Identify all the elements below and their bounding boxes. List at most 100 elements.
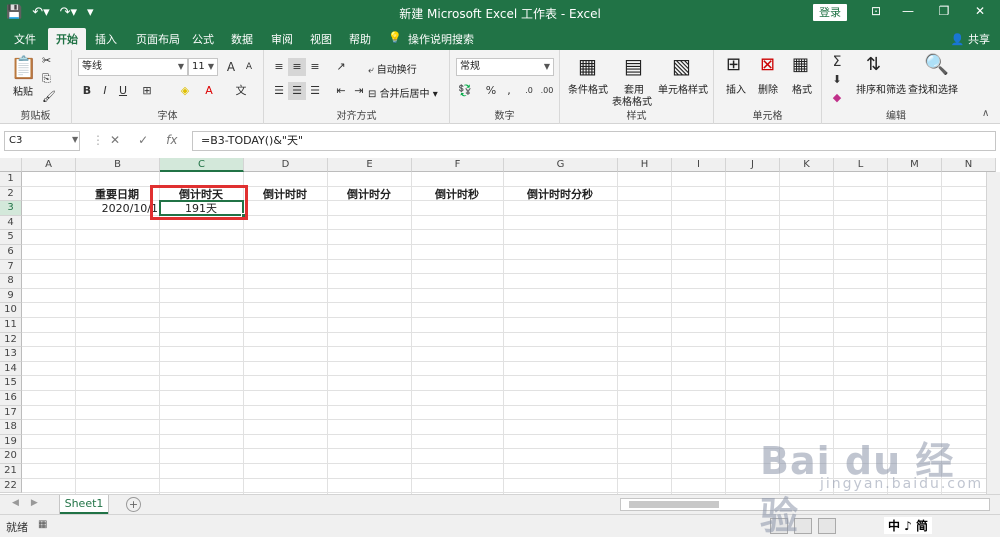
row-header-11[interactable]: 11 [0,318,22,333]
select-all-corner[interactable] [0,158,22,172]
increase-indent-icon[interactable]: ⇥ [350,82,368,100]
number-format-select[interactable]: 常规 ▼ [456,58,554,76]
align-top-icon[interactable]: ≡ [270,58,288,76]
row-header-1[interactable]: 1 [0,172,22,187]
scroll-thumb[interactable] [629,501,719,508]
close-icon[interactable]: ✕ [970,4,990,18]
login-button[interactable]: 登录 [813,4,847,21]
align-right-icon[interactable]: ☰ [306,82,324,100]
underline-button[interactable]: U [114,82,132,100]
chevron-down-icon[interactable]: ▼ [72,135,78,144]
cell-b2[interactable]: 重要日期 [76,187,158,202]
row-header-18[interactable]: 18 [0,420,22,435]
find-select-label[interactable]: 查找和选择 [908,81,958,96]
row-header-21[interactable]: 21 [0,464,22,479]
row-header-16[interactable]: 16 [0,391,22,406]
row-header-22[interactable]: 22 [0,478,22,494]
format-painter-icon[interactable]: 🖌 [42,90,56,103]
column-header-J[interactable]: J [726,158,780,172]
conditional-format-icon[interactable]: ▦ [578,54,597,78]
fill-icon[interactable]: ⬇ [828,71,846,89]
row-header-2[interactable]: 2 [0,186,22,202]
row-header-9[interactable]: 9 [0,288,22,304]
insert-function-icon[interactable]: fx [166,133,177,147]
next-sheet-icon[interactable]: ▶ [31,498,38,508]
font-size-select[interactable]: 11 ▼ [188,58,218,76]
phonetic-icon[interactable]: 文 [232,82,250,100]
cell-e2[interactable]: 倒计时分 [328,187,410,202]
fill-color-icon[interactable]: ◈ [176,82,194,100]
tab-help[interactable]: 帮助 [349,31,371,47]
column-header-L[interactable]: L [834,158,888,172]
row-header-13[interactable]: 13 [0,347,22,362]
align-center-icon[interactable]: ☰ [288,82,306,100]
column-header-F[interactable]: F [412,158,504,172]
clear-icon[interactable]: ◆ [828,89,846,107]
increase-decimal-icon[interactable]: .0 [520,82,538,100]
ribbon-display-icon[interactable]: ⊡ [866,4,886,18]
align-left-icon[interactable]: ☰ [270,82,288,100]
tab-home[interactable]: 开始 [48,28,86,50]
currency-icon[interactable]: 💱 [456,82,474,100]
prev-sheet-icon[interactable]: ◀ [12,498,19,508]
border-icon[interactable]: ⊞ [138,82,156,100]
merge-center-button[interactable]: ⊟ 合并后居中 ▾ [368,85,438,100]
italic-button[interactable]: I [96,82,114,100]
row-header-7[interactable]: 7 [0,259,22,275]
orientation-icon[interactable]: ↗ [332,58,350,76]
align-middle-icon[interactable]: ≡ [288,58,306,76]
column-header-M[interactable]: M [888,158,942,172]
column-header-N[interactable]: N [942,158,996,172]
cell-f2[interactable]: 倒计时秒 [412,187,502,202]
find-select-icon[interactable]: 🔍 [924,52,949,76]
align-bottom-icon[interactable]: ≡ [306,58,324,76]
decrease-indent-icon[interactable]: ⇤ [332,82,350,100]
row-header-17[interactable]: 17 [0,405,22,421]
share-button[interactable]: 👤 共享 [951,31,990,47]
tab-view[interactable]: 视图 [310,31,332,47]
row-header-10[interactable]: 10 [0,303,22,318]
paste-icon[interactable]: 📋 [10,56,37,81]
row-header-12[interactable]: 12 [0,332,22,348]
column-header-B[interactable]: B [76,158,160,172]
sort-filter-label[interactable]: 排序和筛选 [856,81,906,96]
tab-review[interactable]: 审阅 [271,31,293,47]
conditional-format-label[interactable]: 条件格式 [568,81,608,96]
wrap-text-button[interactable]: ⤶ 自动换行 [368,61,417,76]
font-name-select[interactable]: 等线 ▼ [78,58,188,76]
tab-insert[interactable]: 插入 [95,31,117,47]
cell-styles-label[interactable]: 单元格样式 [658,81,708,96]
decrease-decimal-icon[interactable]: .00 [538,82,556,100]
column-header-I[interactable]: I [672,158,726,172]
column-header-C[interactable]: C [160,158,244,172]
add-sheet-button[interactable]: + [126,497,141,512]
tab-file[interactable]: 文件 [14,31,36,47]
format-cells-label[interactable]: 格式 [792,81,812,96]
tell-me-search[interactable]: 操作说明搜索 [408,31,474,47]
bold-button[interactable]: B [78,82,96,100]
tab-formulas[interactable]: 公式 [192,31,214,47]
row-header-20[interactable]: 20 [0,449,22,464]
increase-font-icon[interactable]: A [222,58,240,76]
insert-cells-label[interactable]: 插入 [726,81,746,96]
column-header-A[interactable]: A [22,158,76,172]
minimize-icon[interactable]: — [898,4,918,18]
row-header-6[interactable]: 6 [0,245,22,260]
delete-cells-label[interactable]: 删除 [758,81,778,96]
column-header-H[interactable]: H [618,158,672,172]
sheet-tab-sheet1[interactable]: Sheet1 [60,495,108,514]
row-header-3[interactable]: 3 [0,201,22,216]
collapse-ribbon-icon[interactable]: ∧ [982,108,989,119]
column-header-K[interactable]: K [780,158,834,172]
row-header-15[interactable]: 15 [0,376,22,391]
row-header-5[interactable]: 5 [0,230,22,245]
format-as-table-icon[interactable]: ▤ [624,54,643,78]
font-color-icon[interactable]: A [200,82,218,100]
cell-g2[interactable]: 倒计时时分秒 [504,187,616,202]
row-header-4[interactable]: 4 [0,215,22,231]
comma-button[interactable]: , [500,82,518,100]
row-header-8[interactable]: 8 [0,274,22,289]
column-header-G[interactable]: G [504,158,618,172]
name-box[interactable]: C3 [4,131,80,151]
cancel-icon[interactable]: ✕ [110,133,120,147]
